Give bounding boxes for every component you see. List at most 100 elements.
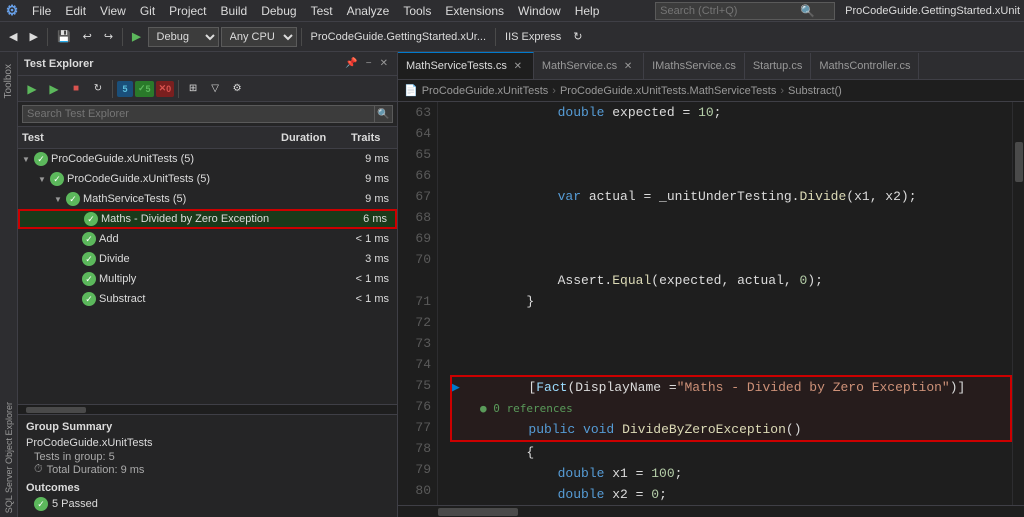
main-toolbar: ◀ ▶ 💾 ↩ ↪ ▶ Debug Release Any CPU ProCod… xyxy=(0,22,1024,52)
group-summary: Group Summary ProCodeGuide.xUnitTests Te… xyxy=(18,414,397,517)
platform-dropdown[interactable]: Any CPU xyxy=(221,27,297,47)
editor-v-scrollbar[interactable] xyxy=(1012,102,1024,505)
expand-icon-root1[interactable]: ▼ xyxy=(18,149,34,169)
code-content: 63 64 65 66 67 68 69 70 71 72 73 74 75 7… xyxy=(398,102,1024,505)
panel-close-btn[interactable]: ✕ xyxy=(377,57,391,70)
tab-mathservice[interactable]: MathService.cs ✕ xyxy=(534,53,644,79)
label-divide: Divide xyxy=(96,253,323,265)
pass-icon-root2: ✓ xyxy=(50,172,64,186)
menu-project[interactable]: Project xyxy=(163,2,212,20)
menu-edit[interactable]: Edit xyxy=(59,2,92,20)
breadcrumb-part1[interactable]: ProCodeGuide.xUnitTests xyxy=(422,85,549,97)
breadcrumb-sep2: › xyxy=(780,85,784,97)
dur-add: < 1 ms xyxy=(323,233,393,245)
breadcrumb-part3[interactable]: Substract() xyxy=(788,85,842,97)
tree-item-root1[interactable]: ▼ ✓ ProCodeGuide.xUnitTests (5) 9 ms xyxy=(18,149,397,169)
menu-view[interactable]: View xyxy=(94,2,132,20)
menu-analyze[interactable]: Analyze xyxy=(341,2,396,20)
test-toolbar: ▶ ▶ ■ ↻ 5 ✓ 5 ✕ 0 ⊞ ▽ ⚙ xyxy=(18,76,397,102)
app-icon: ⚙ xyxy=(4,3,20,19)
expand-icon-mathservice[interactable]: ▼ xyxy=(50,189,66,209)
tree-item-mathservice[interactable]: ▼ ✓ MathServiceTests (5) 9 ms xyxy=(18,189,397,209)
breadcrumb-icon: 📄 xyxy=(404,84,418,97)
dur-substract: < 1 ms xyxy=(323,293,393,305)
forward-btn[interactable]: ▶ xyxy=(24,26,42,48)
outcome-pass-icon: ✓ xyxy=(34,497,48,511)
editor-h-scrollbar[interactable] xyxy=(398,505,1024,517)
toolbar-sep-3 xyxy=(301,28,302,46)
pass-icon-root1: ✓ xyxy=(34,152,48,166)
run-all-btn[interactable]: ▶ xyxy=(22,80,42,98)
menu-debug[interactable]: Debug xyxy=(255,2,302,20)
undo-btn[interactable]: ↩ xyxy=(78,26,97,48)
group-summary-project: ProCodeGuide.xUnitTests xyxy=(26,437,389,449)
group-summary-title: Group Summary xyxy=(26,421,389,433)
filter-btn[interactable]: ▽ xyxy=(205,80,225,98)
settings-btn[interactable]: ⚙ xyxy=(227,80,247,98)
pass-icon-divide: ✓ xyxy=(82,252,96,266)
tab-mathservicetests[interactable]: MathServiceTests.cs ✕ xyxy=(398,52,534,79)
menu-window[interactable]: Window xyxy=(512,2,567,20)
outcomes-title: Outcomes xyxy=(26,482,389,494)
code-line-refs: ● 0 references xyxy=(452,398,1010,419)
h-scroll-thumb[interactable] xyxy=(438,508,518,516)
menu-tools[interactable]: Tools xyxy=(397,2,437,20)
global-search-box[interactable]: 🔍 xyxy=(655,2,835,20)
test-list-header: Test Duration Traits xyxy=(18,127,397,149)
refresh-btn[interactable]: ↻ xyxy=(568,26,587,48)
tree-item-substract[interactable]: ✓ Substract < 1 ms xyxy=(18,289,397,309)
code-line-65: var actual = _unitUnderTesting.Divide(x1… xyxy=(450,186,1012,207)
code-line-64 xyxy=(450,123,1012,186)
label-substract: Substract xyxy=(96,293,323,305)
tree-item-divide-zero[interactable]: ▷ ✓ Maths - Divided by Zero Exception 6 … xyxy=(18,209,397,229)
tab-mathscontroller[interactable]: MathsController.cs xyxy=(811,53,919,79)
code-line-74: double x2 = 0; xyxy=(450,484,1012,505)
menu-file[interactable]: File xyxy=(26,2,57,20)
tab-label-mathscontroller: MathsController.cs xyxy=(819,60,910,72)
tree-item-add[interactable]: ✓ Add < 1 ms xyxy=(18,229,397,249)
menu-build[interactable]: Build xyxy=(215,2,254,20)
tree-item-root2[interactable]: ▼ ✓ ProCodeGuide.xUnitTests (5) 9 ms xyxy=(18,169,397,189)
test-search-icon[interactable]: 🔍 xyxy=(375,105,393,123)
run-selected-btn[interactable]: ▶ xyxy=(44,80,64,98)
menu-test[interactable]: Test xyxy=(305,2,339,20)
global-search-input[interactable] xyxy=(660,5,800,17)
config-dropdown[interactable]: Debug Release xyxy=(148,27,219,47)
tab-close-mathservicetests[interactable]: ✕ xyxy=(511,59,525,73)
expand-icon-divide-zero[interactable]: ▷ xyxy=(68,209,84,229)
code-line-69 xyxy=(450,312,1012,375)
code-body[interactable]: double expected = 10; var actual = _unit… xyxy=(438,102,1012,505)
panel-pin-btn[interactable]: 📌 xyxy=(342,57,360,70)
breadcrumb-part2[interactable]: ProCodeGuide.xUnitTests.MathServiceTests xyxy=(560,85,776,97)
group-summary-tests: Tests in group: 5 xyxy=(34,451,389,463)
col-test: Test xyxy=(18,132,277,144)
test-explorer-panel: Test Explorer 📌 − ✕ ▶ ▶ ■ ↻ 5 ✓ 5 ✕ 0 ⊞ … xyxy=(18,52,398,517)
test-tree-h-scrollbar[interactable] xyxy=(18,404,397,414)
code-line-66 xyxy=(450,207,1012,270)
expand-icon-root2[interactable]: ▼ xyxy=(34,169,50,189)
panel-minus-btn[interactable]: − xyxy=(363,57,375,70)
tree-item-divide[interactable]: ✓ Divide 3 ms xyxy=(18,249,397,269)
tab-label-imathservice: IMathsService.cs xyxy=(652,60,736,72)
main-layout: Toolbox SQL Server Object Explorer Test … xyxy=(0,52,1024,517)
stop-btn[interactable]: ■ xyxy=(66,80,86,98)
group-btn[interactable]: ⊞ xyxy=(183,80,203,98)
start-btn[interactable]: ▶ xyxy=(127,26,145,48)
tools-sidebar: Toolbox SQL Server Object Explorer xyxy=(0,52,18,517)
code-line-70: ▶ [Fact(DisplayName ="Maths - Divided by… xyxy=(452,377,1010,398)
test-search-input[interactable] xyxy=(22,105,375,123)
menu-extensions[interactable]: Extensions xyxy=(439,2,510,20)
tab-imathservice[interactable]: IMathsService.cs xyxy=(644,53,745,79)
refresh-tests-btn[interactable]: ↻ xyxy=(88,80,108,98)
redo-btn[interactable]: ↪ xyxy=(99,26,118,48)
menu-help[interactable]: Help xyxy=(569,2,606,20)
menu-git[interactable]: Git xyxy=(134,2,161,20)
back-btn[interactable]: ◀ xyxy=(4,26,22,48)
tree-item-multiply[interactable]: ✓ Multiply < 1 ms xyxy=(18,269,397,289)
test-tree: ▼ ✓ ProCodeGuide.xUnitTests (5) 9 ms ▼ ✓… xyxy=(18,149,397,404)
tab-close-mathservice[interactable]: ✕ xyxy=(621,59,635,73)
window-title: ProCodeGuide.GettingStarted.xUnit xyxy=(845,5,1020,17)
group-summary-duration: ⏱ Total Duration: 9 ms xyxy=(34,463,389,476)
tab-startup[interactable]: Startup.cs xyxy=(745,53,812,79)
save-btn[interactable]: 💾 xyxy=(52,26,76,48)
